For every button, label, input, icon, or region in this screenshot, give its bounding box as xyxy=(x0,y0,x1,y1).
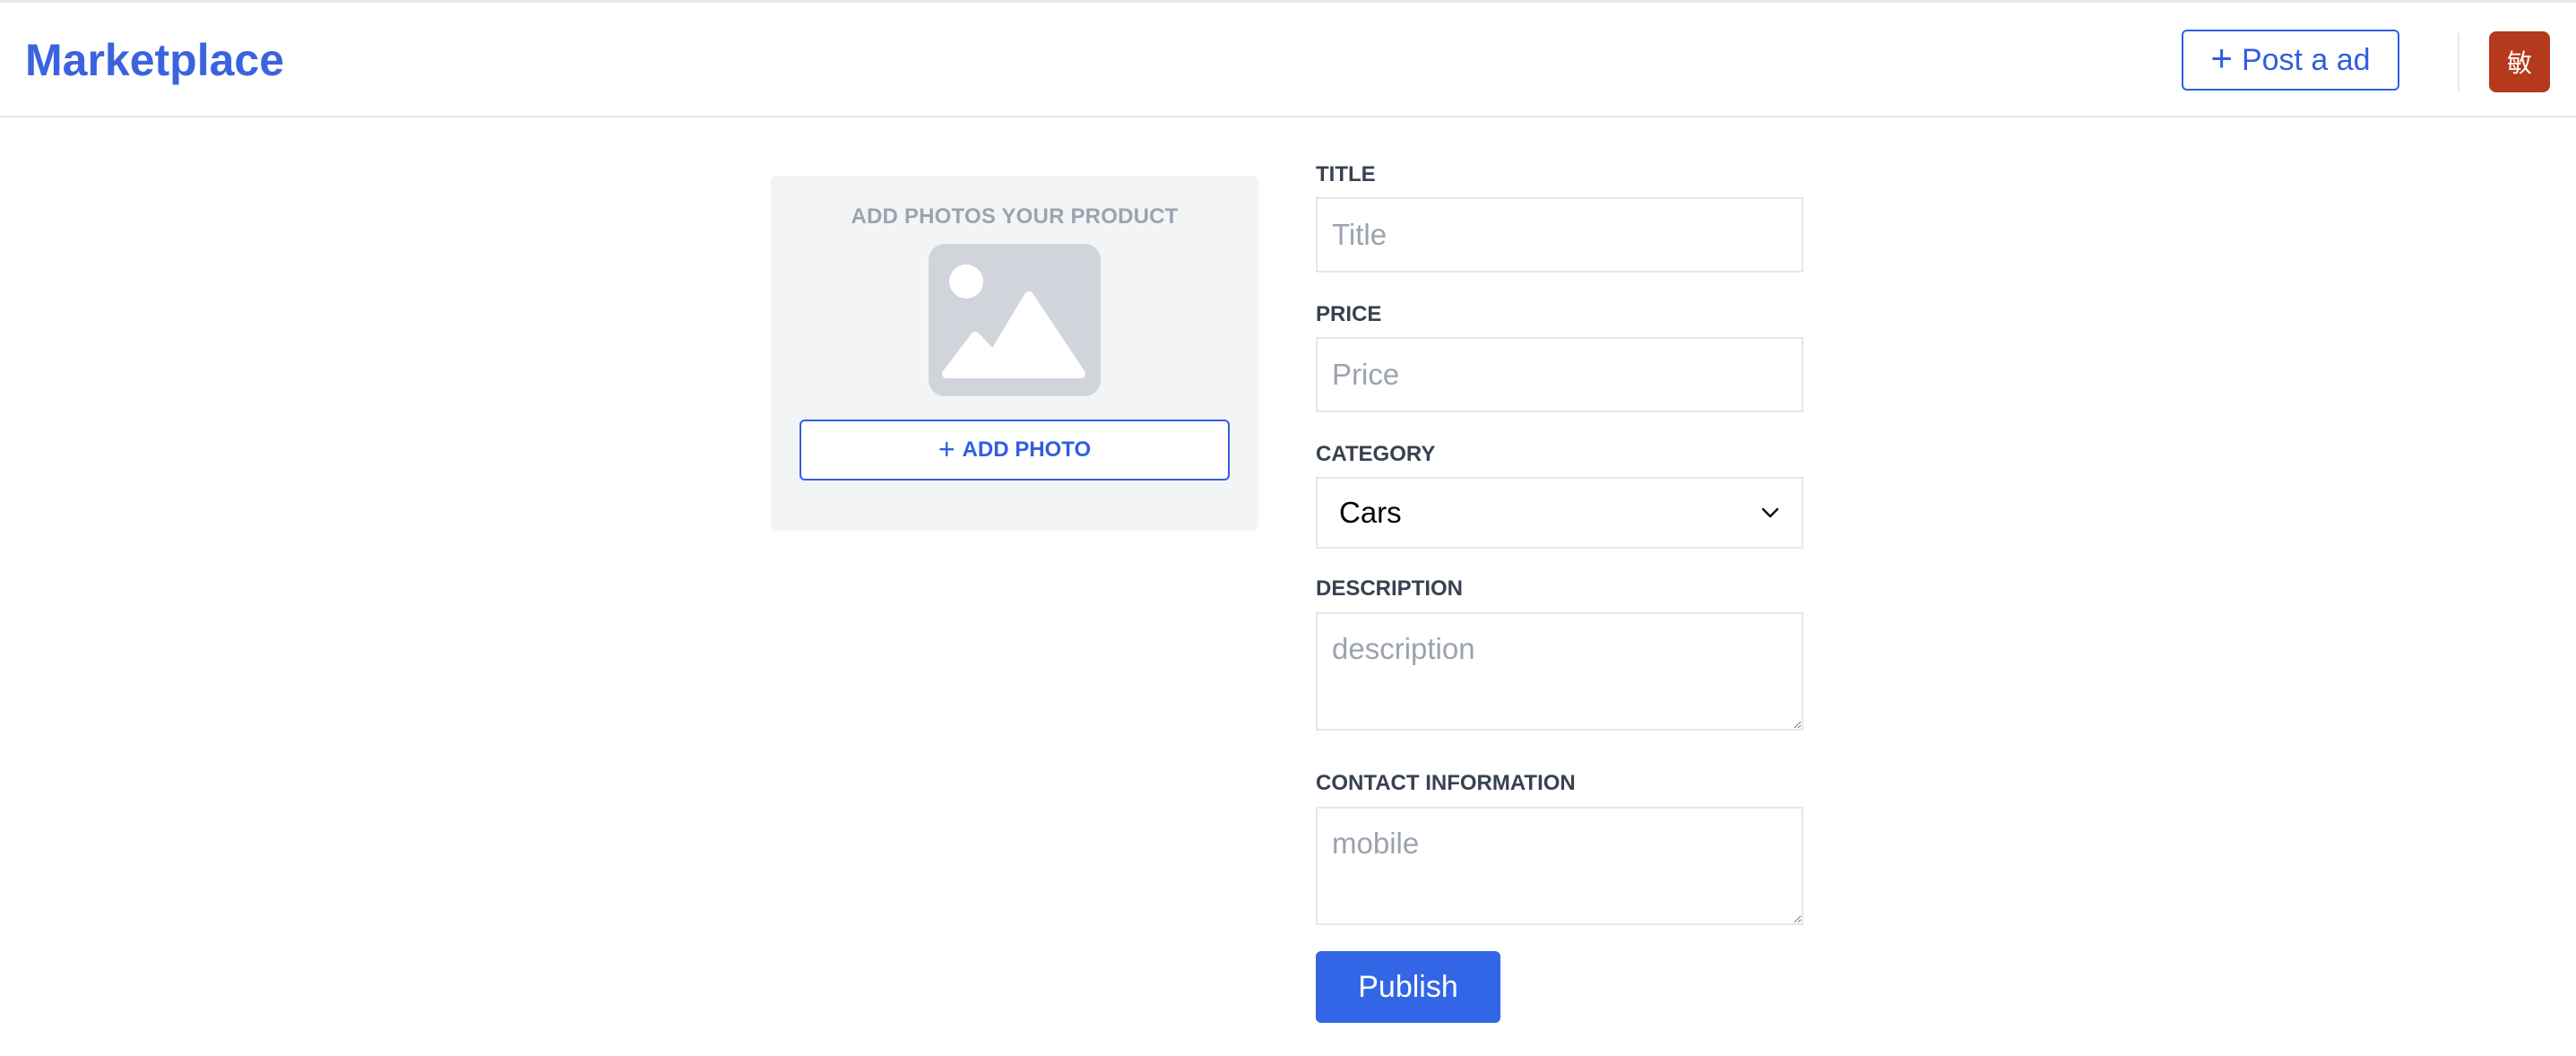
description-textarea[interactable] xyxy=(1316,612,1803,731)
photo-upload-panel: ADD PHOTOS YOUR PRODUCT + ADD PHOTO xyxy=(771,176,1258,531)
price-label: PRICE xyxy=(1316,302,1382,326)
plus-icon: + xyxy=(938,432,955,465)
plus-icon: + xyxy=(2210,37,2233,79)
post-ad-button[interactable]: + Post a ad xyxy=(2182,30,2399,91)
publish-button[interactable]: Publish xyxy=(1316,951,1500,1023)
title-label: TITLE xyxy=(1316,162,1376,186)
header-divider xyxy=(2458,33,2459,91)
avatar[interactable]: 敏 xyxy=(2489,31,2550,92)
brand-logo[interactable]: Marketplace xyxy=(25,31,284,89)
category-select[interactable]: Cars xyxy=(1316,477,1803,549)
title-input[interactable] xyxy=(1316,197,1803,273)
category-label: CATEGORY xyxy=(1316,442,1436,466)
contact-textarea[interactable] xyxy=(1316,807,1803,925)
add-photo-button[interactable]: + ADD PHOTO xyxy=(800,420,1230,480)
app-header: Marketplace + Post a ad 敏 xyxy=(0,3,2576,117)
category-selected-value: Cars xyxy=(1339,496,1402,529)
photo-panel-title: ADD PHOTOS YOUR PRODUCT xyxy=(851,204,1179,229)
chevron-down-icon xyxy=(1761,507,1779,518)
contact-label: CONTACT INFORMATION xyxy=(1316,771,1576,795)
add-photo-label: ADD PHOTO xyxy=(962,437,1092,462)
price-input[interactable] xyxy=(1316,337,1803,412)
description-label: DESCRIPTION xyxy=(1316,576,1464,601)
post-ad-label: Post a ad xyxy=(2241,42,2371,77)
image-placeholder-icon xyxy=(929,244,1101,396)
